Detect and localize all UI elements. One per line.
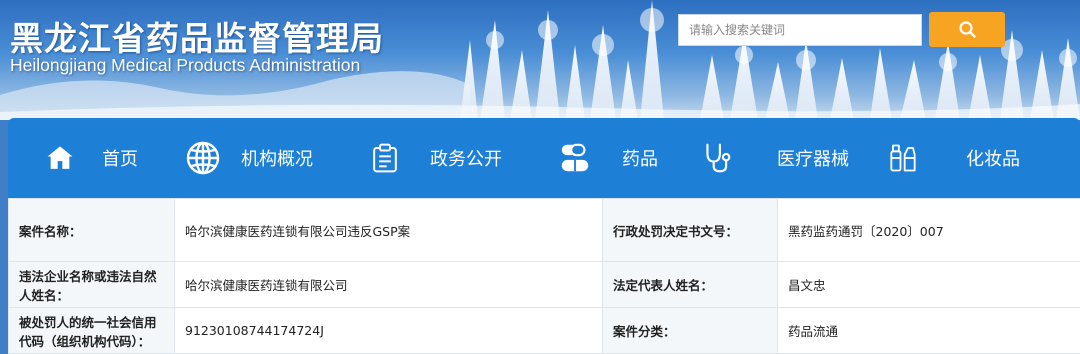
case-category-value: 药品流通 xyxy=(778,308,1080,354)
nav-label-government-affairs: 政务公开 xyxy=(430,145,502,171)
site-title: 黑龙江省药品监督管理局 xyxy=(10,12,384,60)
clipboard-icon xyxy=(370,141,400,175)
case-name-value: 哈尔滨健康医药连锁有限公司违反GSP案 xyxy=(175,199,603,262)
nav-item-home[interactable]: 首页 xyxy=(46,118,138,198)
table-row: 案件名称： 哈尔滨健康医药连锁有限公司违反GSP案 行政处罚决定书文号： 黑药监… xyxy=(9,199,1080,262)
nav-label-about: 机构概况 xyxy=(241,145,313,171)
site-subtitle: Heilongjiang Medical Products Administra… xyxy=(10,55,360,76)
nav-item-about[interactable]: 机构概况 xyxy=(185,118,313,198)
nav-item-drugs[interactable]: 药品 xyxy=(558,118,658,198)
legal-representative-value: 昌文忠 xyxy=(778,262,1080,308)
legal-representative-label: 法定代表人姓名： xyxy=(603,262,778,308)
nav-label-home: 首页 xyxy=(102,145,138,171)
decision-number-value: 黑药监药通罚〔2020〕007 xyxy=(778,199,1080,262)
search-button[interactable] xyxy=(929,12,1005,47)
case-name-label: 案件名称： xyxy=(9,199,175,262)
case-info-table: 案件名称： 哈尔滨健康医药连锁有限公司违反GSP案 行政处罚决定书文号： 黑药监… xyxy=(8,198,1080,354)
globe-icon xyxy=(185,140,221,176)
search-icon xyxy=(959,21,976,38)
credit-code-value: 91230108744174724J xyxy=(175,308,603,354)
violator-name-label: 违法企业名称或违法自然人姓名： xyxy=(9,262,175,308)
table-row: 违法企业名称或违法自然人姓名： 哈尔滨健康医药连锁有限公司 法定代表人姓名： 昌… xyxy=(9,262,1080,308)
nav-label-medical-devices: 医疗器械 xyxy=(777,145,849,171)
decision-number-label: 行政处罚决定书文号： xyxy=(603,199,778,262)
capsule-icon xyxy=(558,141,592,175)
case-category-label: 案件分类： xyxy=(603,308,778,354)
nav-item-government-affairs[interactable]: 政务公开 xyxy=(370,118,502,198)
nav-item-cosmetics[interactable]: 化妆品 xyxy=(888,118,1020,198)
nav-label-cosmetics: 化妆品 xyxy=(966,145,1020,171)
violator-name-value: 哈尔滨健康医药连锁有限公司 xyxy=(175,262,603,308)
cosmetics-icon xyxy=(888,141,918,175)
home-icon xyxy=(46,144,74,172)
header-banner: 黑龙江省药品监督管理局 Heilongjiang Medical Product… xyxy=(0,0,1080,120)
table-row: 被处罚人的统一社会信用代码（组织机构代码）： 91230108744174724… xyxy=(9,308,1080,354)
search-input[interactable] xyxy=(678,14,922,46)
nav-item-medical-devices[interactable]: 医疗器械 xyxy=(703,118,849,198)
nav-label-drugs: 药品 xyxy=(622,145,658,171)
credit-code-label: 被处罚人的统一社会信用代码（组织机构代码）： xyxy=(9,308,175,354)
main-nav: 首页 机构概况 政务公开 xyxy=(8,118,1080,198)
stethoscope-icon xyxy=(703,140,735,176)
